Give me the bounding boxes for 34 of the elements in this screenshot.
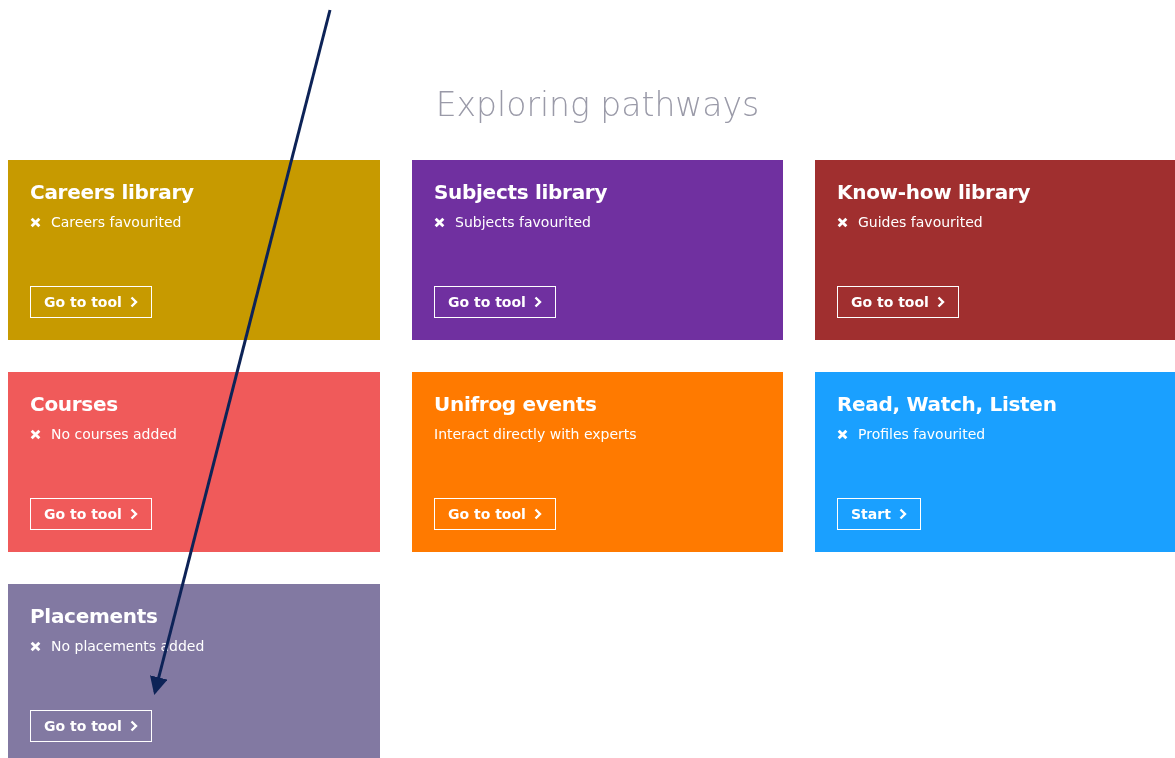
- card-title: Know-how library: [837, 180, 1031, 204]
- go-button[interactable]: Go to tool: [30, 498, 152, 530]
- card-status: Guides favourited: [858, 214, 983, 230]
- card-status: Profiles favourited: [858, 426, 986, 442]
- chevron-right-icon: [533, 508, 542, 520]
- section-heading: Exploring pathways: [434, 88, 760, 121]
- card-title: Read, Watch, Listen: [837, 392, 1057, 416]
- go-button[interactable]: Go to tool: [434, 286, 556, 318]
- go-button[interactable]: Go to tool: [30, 286, 152, 318]
- card-title: Courses: [30, 392, 118, 416]
- card-title: Unifrog events: [434, 392, 597, 416]
- card-status: Careers favourited: [51, 214, 182, 230]
- cross-icon: [837, 216, 848, 228]
- card-title: Careers library: [30, 180, 194, 204]
- card-title: Placements: [30, 604, 158, 628]
- chevron-right-icon: [129, 296, 138, 308]
- card-status: No courses added: [51, 426, 177, 442]
- cross-icon: [837, 428, 848, 440]
- card-title: Subjects library: [434, 180, 608, 204]
- chevron-right-icon: [129, 720, 138, 732]
- chevron-right-icon: [898, 508, 907, 520]
- go-button[interactable]: Go to tool: [434, 498, 556, 530]
- go-button[interactable]: Go to tool: [30, 710, 152, 742]
- go-button[interactable]: Go to tool: [837, 286, 959, 318]
- chevron-right-icon: [129, 508, 138, 520]
- chevron-right-icon: [533, 296, 542, 308]
- chevron-right-icon: [936, 296, 945, 308]
- cross-icon: [30, 216, 41, 228]
- go-button[interactable]: Start: [837, 498, 921, 530]
- card-status: Subjects favourited: [455, 214, 591, 230]
- cross-icon: [30, 428, 41, 440]
- cross-icon: [30, 640, 41, 652]
- card-description: Interact directly with experts: [434, 426, 637, 442]
- cross-icon: [434, 216, 445, 228]
